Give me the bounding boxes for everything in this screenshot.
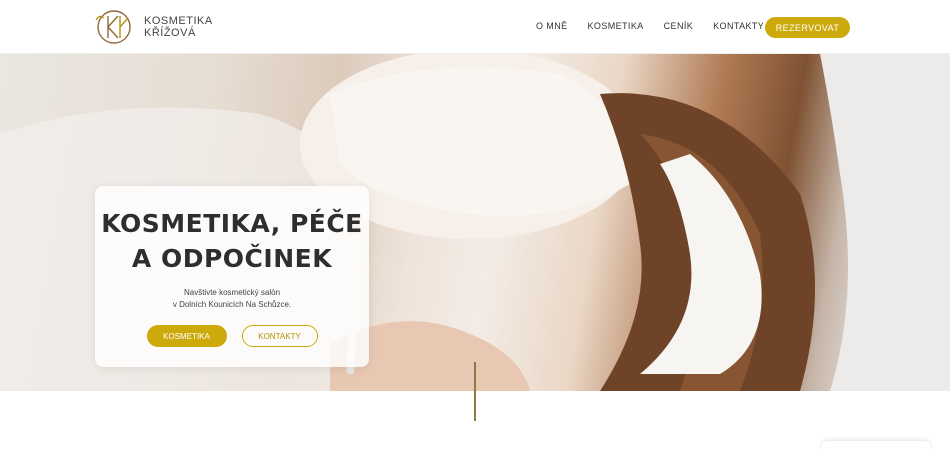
kosmetika-button[interactable]: KOSMETIKA: [146, 325, 227, 347]
floating-widget-edge: [822, 441, 930, 449]
scroll-divider-line: [474, 362, 476, 421]
logo-line-2: KŘÍŽOVÁ: [144, 27, 196, 39]
main-nav: O MNĚ KOSMETIKA CENÍK KONTAKTY: [536, 21, 764, 31]
logo[interactable]: KOSMETIKA KŘÍŽOVÁ: [94, 8, 213, 46]
hero-title-line-2: A ODPOČINEK: [131, 244, 333, 273]
hero-subtitle: Navštivte kosmetický salón v Dolních Kou…: [95, 287, 369, 311]
reserve-button[interactable]: REZERVOVAT: [765, 17, 850, 38]
site-header: KOSMETIKA KŘÍŽOVÁ O MNĚ KOSMETIKA CENÍK …: [0, 0, 950, 54]
logo-line-1: KOSMETIKA: [144, 15, 213, 27]
kontakty-button[interactable]: KONTAKTY: [241, 325, 318, 347]
hero-title-line-1: KOSMETIKA, PÉČE: [101, 209, 363, 238]
hero-buttons: KOSMETIKA KONTAKTY: [95, 325, 369, 347]
nav-item-kontakty[interactable]: KONTAKTY: [713, 21, 764, 31]
hero-card: KOSMETIKA, PÉČE A ODPOČINEK Navštivte ko…: [95, 186, 369, 367]
logo-text: KOSMETIKA KŘÍŽOVÁ: [144, 15, 213, 39]
hero-section: KOSMETIKA, PÉČE A ODPOČINEK Navštivte ko…: [0, 54, 950, 391]
hero-subtitle-line-1: Navštivte kosmetický salón: [183, 288, 281, 297]
hero-title: KOSMETIKA, PÉČE A ODPOČINEK: [95, 206, 369, 276]
logo-monogram-icon: [95, 10, 131, 44]
nav-item-cenik[interactable]: CENÍK: [664, 21, 694, 31]
nav-item-o-mne[interactable]: O MNĚ: [536, 21, 568, 31]
hero-subtitle-line-2: v Dolních Kounicích Na Schůzce.: [172, 300, 292, 309]
nav-item-kosmetika[interactable]: KOSMETIKA: [588, 21, 644, 31]
